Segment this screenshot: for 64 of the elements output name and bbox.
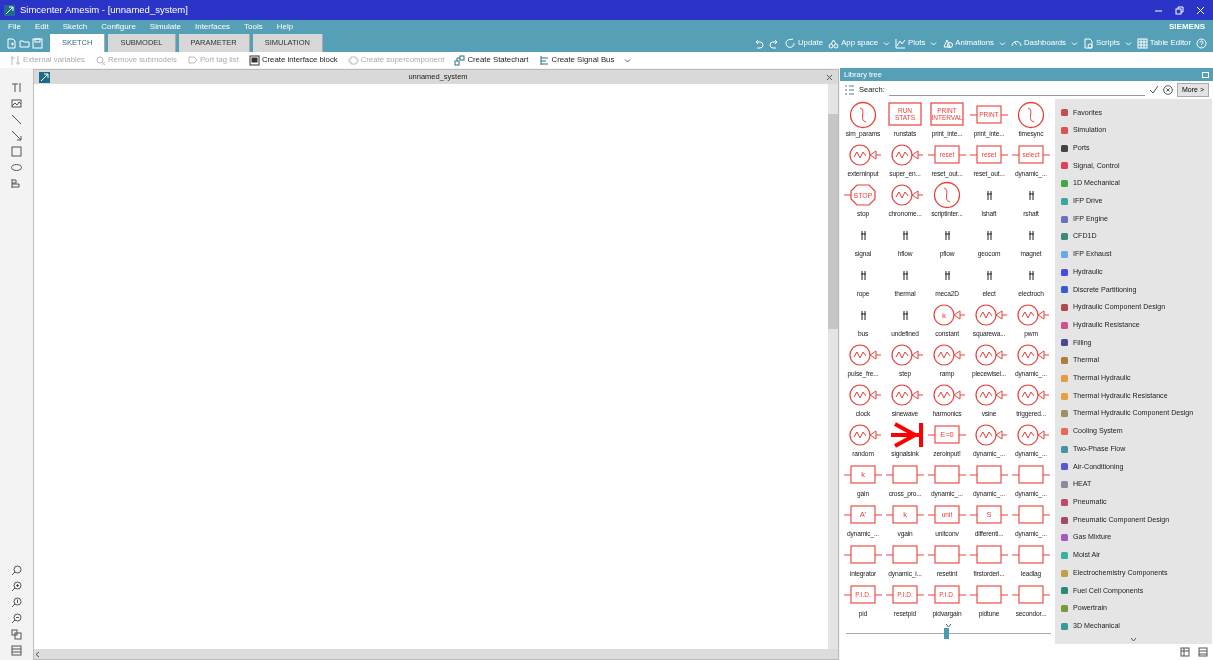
align-tool-icon[interactable] bbox=[11, 178, 22, 189]
refresh-icon bbox=[785, 37, 796, 49]
scroll-down-icon[interactable] bbox=[945, 623, 952, 628]
window-title: Simcenter Amesim - [unnamed_system] bbox=[20, 2, 188, 17]
component-icon bbox=[347, 54, 359, 66]
restore-icon[interactable] bbox=[1175, 5, 1184, 15]
port-icon bbox=[1027, 270, 1035, 281]
list-icon[interactable] bbox=[1198, 647, 1208, 658]
horizontal-scrollbar[interactable] bbox=[34, 649, 838, 659]
scroll-down-icon[interactable] bbox=[1130, 637, 1137, 643]
document-icon bbox=[1082, 37, 1094, 49]
port-icon bbox=[1027, 230, 1035, 241]
layers-icon[interactable] bbox=[11, 629, 22, 640]
caret-icon[interactable] bbox=[624, 56, 632, 64]
redo-icon[interactable] bbox=[769, 37, 780, 49]
port-icon bbox=[859, 230, 867, 241]
list-icon[interactable] bbox=[11, 645, 22, 656]
ellipse-tool-icon[interactable] bbox=[11, 162, 22, 173]
app-logo-icon bbox=[4, 4, 15, 16]
port-icon bbox=[859, 310, 867, 321]
port-icon bbox=[1027, 190, 1035, 201]
zoom-icon[interactable] bbox=[11, 565, 22, 576]
line-tool-icon[interactable] bbox=[11, 114, 22, 125]
port-icon bbox=[901, 230, 909, 241]
open-folder-icon[interactable] bbox=[19, 37, 30, 49]
float-panel-icon[interactable] bbox=[1202, 71, 1209, 78]
arrow-tool-icon[interactable] bbox=[11, 130, 22, 141]
tag-icon bbox=[186, 54, 198, 66]
variables-icon bbox=[10, 54, 21, 66]
table-icon bbox=[1136, 37, 1148, 49]
vertical-scrollbar[interactable] bbox=[828, 84, 838, 649]
port-icon bbox=[985, 270, 993, 281]
zoom-in-icon[interactable] bbox=[11, 581, 22, 592]
image-tool-icon[interactable] bbox=[11, 98, 22, 109]
port-icon bbox=[943, 230, 951, 241]
bus-icon bbox=[538, 54, 550, 66]
zoom-fit-icon[interactable] bbox=[11, 597, 22, 608]
interface-icon bbox=[248, 54, 260, 66]
port-icon bbox=[985, 190, 993, 201]
slider-thumb[interactable] bbox=[944, 628, 949, 639]
port-icon bbox=[985, 230, 993, 241]
clear-icon[interactable] bbox=[1163, 85, 1173, 95]
port-icon bbox=[901, 310, 909, 321]
port-icon bbox=[859, 270, 867, 281]
tree-view-icon[interactable] bbox=[844, 84, 855, 96]
undo-icon[interactable] bbox=[753, 37, 764, 49]
table-icon[interactable] bbox=[1180, 647, 1190, 658]
new-file-icon[interactable] bbox=[6, 37, 17, 49]
close-icon[interactable] bbox=[826, 73, 833, 81]
remove-icon bbox=[95, 54, 106, 66]
help-icon[interactable] bbox=[1196, 37, 1207, 49]
molecule-icon bbox=[828, 37, 840, 49]
port-icon bbox=[901, 270, 909, 281]
rectangle-tool-icon[interactable] bbox=[11, 146, 22, 157]
scroll-left-icon[interactable] bbox=[34, 650, 41, 658]
port-icon bbox=[943, 270, 951, 281]
shapes-icon bbox=[942, 37, 954, 49]
brand-logo: SIEMENS bbox=[1169, 21, 1205, 33]
checkmark-icon[interactable] bbox=[1149, 85, 1159, 95]
save-icon[interactable] bbox=[32, 37, 43, 49]
zoom-out-icon[interactable] bbox=[11, 613, 22, 624]
chart-icon bbox=[895, 37, 906, 49]
text-tool-icon[interactable] bbox=[11, 82, 22, 93]
statechart-icon bbox=[454, 54, 466, 66]
